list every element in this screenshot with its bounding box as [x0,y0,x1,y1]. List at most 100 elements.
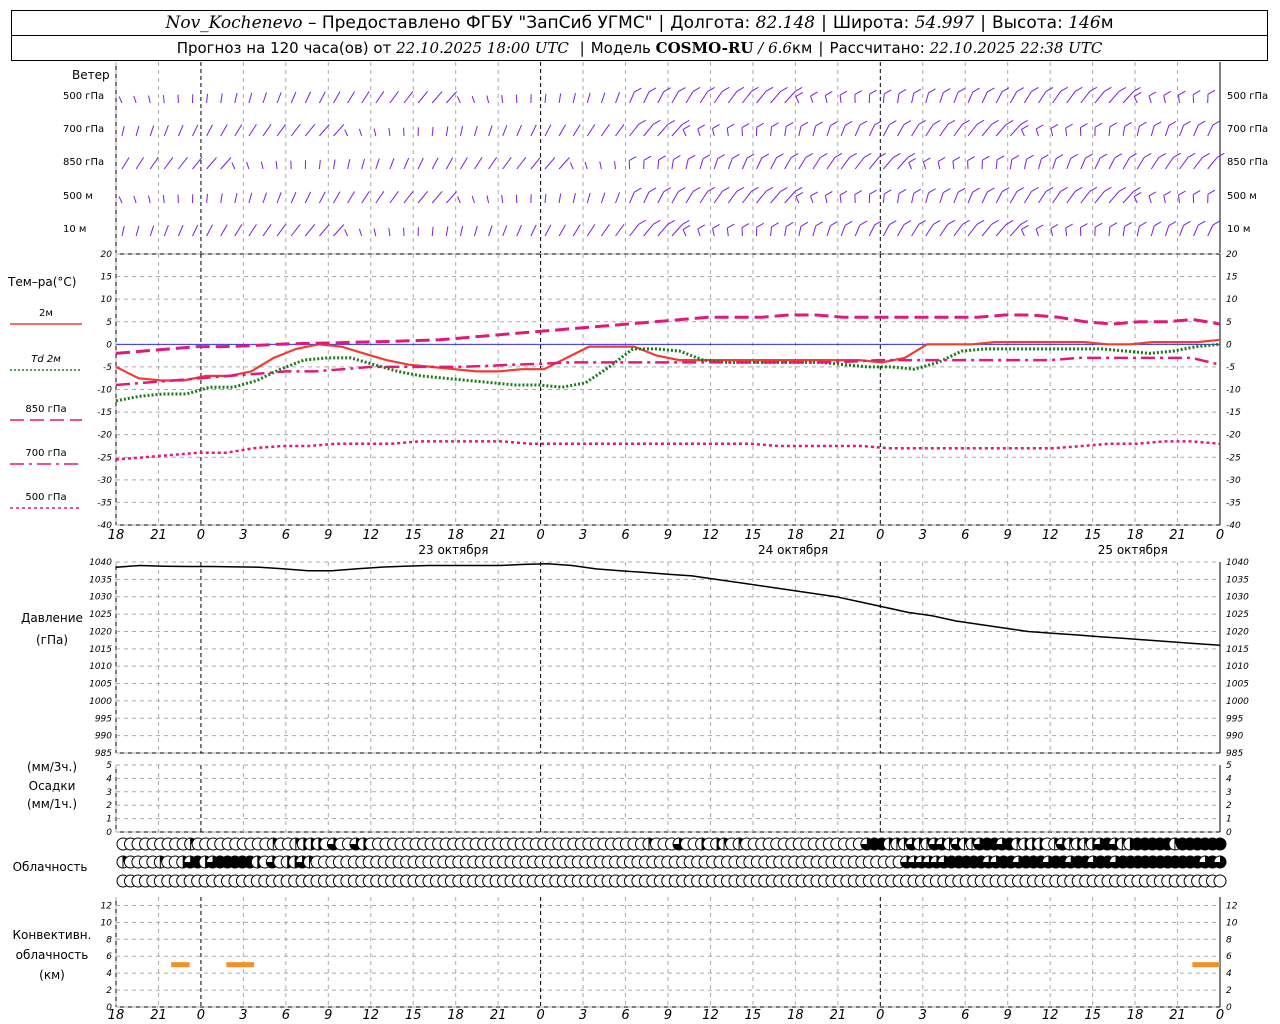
conv-bar [226,962,254,968]
date-label: 24 октября [758,543,828,557]
wind-barb [981,91,988,104]
wind-barb-feather [800,121,809,127]
cloud-ylabel: Облачность [13,860,88,874]
wind-panel: Ветер 500 гПа 500 гПа 700 гПа 700 гПа 850 гПа… [63,62,1268,253]
wind-barb [1038,191,1047,204]
wind-barb-feather [628,156,637,162]
press-ytick: 1035 [89,575,112,585]
wind-barb [629,123,640,137]
wind-barb [1035,228,1039,237]
wind-barb [333,91,341,104]
wind-barb-feather [1080,223,1088,229]
wind-barb-feather [634,187,642,193]
wind-barb [149,157,159,170]
hour-label-bottom: 6 [961,1008,969,1023]
wind-barb [1020,129,1025,137]
wind-barb-feather [1139,221,1147,227]
wind-barb [600,92,606,104]
wind-barb-feather [1198,120,1206,126]
wind-barb [234,93,238,104]
wind-barb [756,191,767,204]
wind-barb [431,91,443,104]
wind-barb-feather [943,88,951,94]
wind-barb [206,193,209,204]
wind-barb [403,190,414,204]
wind-barb [1052,91,1062,104]
wind-barb [358,228,363,237]
wind-barb [373,228,377,237]
wind-barb-feather [1016,87,1025,93]
hour-label: 0 [876,528,884,543]
wind-barb [178,156,188,170]
press-ytick-right: 985 [1226,749,1243,759]
wind-barb [474,225,478,237]
wind-barb-feather [761,153,770,159]
wind-barb [290,91,297,104]
wind-barb [445,157,454,170]
wind-barb-feather [795,91,804,97]
wind-barb [795,196,800,204]
hour-label: 21 [1169,528,1186,543]
wind-barb [304,224,316,237]
hour-label-bottom: 3 [919,1008,927,1023]
wind-barb [643,91,650,104]
wind-barb [1122,91,1134,104]
wind-barb [1108,157,1116,170]
wind-barb-feather [1153,121,1162,127]
wind-barb [290,123,301,137]
wind-barb [798,157,807,170]
wind-barb [911,193,915,204]
press-ytick-right: 1005 [1226,680,1249,690]
temp-ylabel: Тем–ра(°С) [7,275,76,289]
wind-barb [1163,195,1166,204]
wind-barb [388,127,391,137]
date-label: 23 октября [418,543,488,557]
wind-barb-feather [1183,120,1191,126]
wind-barb [459,226,464,237]
wind-barb [417,91,428,104]
wind-barb-feather [1192,190,1201,196]
wind-barb [699,91,709,104]
wind-barb-feather [765,186,774,192]
wind-barb [925,224,934,237]
wind-barb-feather [746,153,755,159]
wind-barb [770,157,777,170]
press-ylabel: Давление [21,611,83,625]
wind-barb-feather [652,219,661,225]
conv-ytick: 12 [101,901,113,911]
wind-barb-feather [1198,220,1206,226]
wind-barb [784,126,787,137]
wind-barb [558,224,567,237]
wind-barb [344,129,349,137]
wind-barb [584,161,588,170]
wind-barb [347,191,356,204]
wind-barb [276,224,287,237]
wind-barb [333,224,345,237]
wind-barb [121,157,130,170]
press-ytick-right: 1035 [1226,575,1249,585]
wind-barb-feather [1031,87,1039,92]
wind-barb [615,124,625,137]
wind-barb [1164,157,1174,170]
wind-barb [1122,126,1126,137]
wind-barb [1052,191,1062,204]
conv-bar [171,962,190,968]
wind-barb [1177,194,1180,204]
wind-barb [586,224,596,237]
temp-ytick: 15 [101,273,113,283]
wind-barb-feather [982,155,990,161]
wind-barb [981,191,988,204]
wind-barb [713,191,723,204]
wind-barb [206,93,209,104]
wind-barb-feather [1183,220,1191,226]
conv-ytick-right: 6 [1226,952,1232,962]
wind-barb [826,225,831,237]
wind-barb [290,191,297,204]
wind-barb-feather [712,224,720,229]
hour-label-bottom: 3 [239,1008,247,1023]
cloud-cell [1213,837,1227,851]
wind-barb [558,193,562,204]
wind-barb-feather [800,221,809,227]
wind-barb [1179,225,1185,237]
press-ytick: 1005 [89,680,112,690]
